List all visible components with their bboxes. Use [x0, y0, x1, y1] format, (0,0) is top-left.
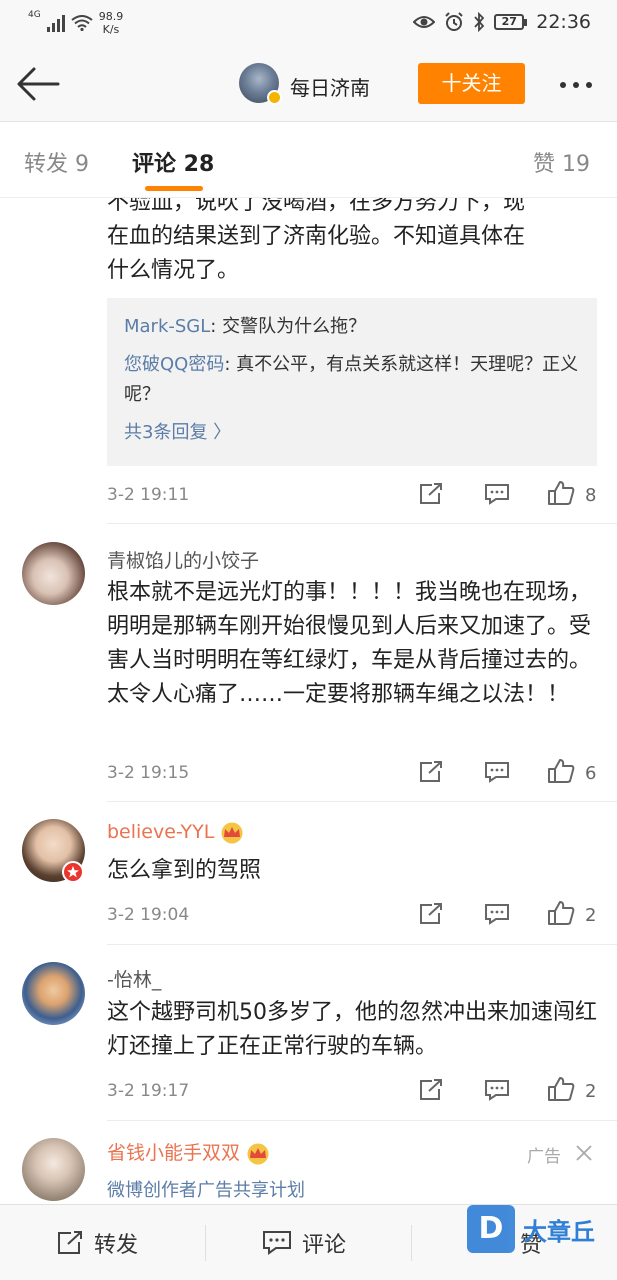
reply-author[interactable]: Mark-SGL	[124, 316, 210, 337]
user-avatar[interactable]	[22, 542, 85, 605]
close-icon[interactable]	[575, 1144, 593, 1162]
share-icon[interactable]	[418, 1078, 444, 1102]
view-all-replies-link[interactable]: 共3条回复 〉	[124, 418, 231, 444]
network-speed-unit: K/s	[102, 23, 120, 36]
reply-icon[interactable]	[484, 761, 510, 783]
comment-author-name[interactable]: believe-YYL	[107, 821, 214, 843]
reply-icon[interactable]	[484, 1079, 510, 1101]
like-count: 6	[585, 763, 597, 784]
share-icon[interactable]	[418, 760, 444, 784]
clock: 22:36	[536, 11, 591, 33]
divider	[107, 944, 617, 945]
vip-crown-icon	[247, 1143, 269, 1164]
share-icon[interactable]	[418, 482, 444, 506]
follow-button[interactable]: 十关注	[418, 63, 525, 104]
like-icon[interactable]	[547, 480, 575, 506]
ad-subtitle[interactable]: 微博创作者广告共享计划	[107, 1176, 305, 1202]
comment-time: 3-2 19:11	[107, 485, 190, 505]
ad-author-name[interactable]: 省钱小能手双双	[107, 1142, 240, 1164]
tab-comments[interactable]: 评论 28	[132, 146, 214, 178]
divider	[107, 523, 617, 524]
user-avatar[interactable]	[22, 962, 85, 1025]
watermark-logo: D	[467, 1205, 515, 1253]
wifi-icon	[71, 15, 93, 31]
comment-text: 不验血，说吹了没喝酒，在多方努力下，现 在血的结果送到了济南化验。不知道具体在 …	[107, 198, 526, 283]
watermark: D 大章丘	[467, 1205, 595, 1253]
vip-crown-icon	[221, 822, 243, 843]
comment-label: 评论	[302, 1233, 347, 1258]
bottom-action-bar: 转发 评论 赞 D 大章丘	[0, 1204, 617, 1280]
comment-list[interactable]: 不验血，说吹了没喝酒，在多方努力下，现 在血的结果送到了济南化验。不知道具体在 …	[0, 198, 617, 1204]
active-tab-indicator	[145, 186, 203, 191]
like-icon[interactable]	[547, 1076, 575, 1102]
like-count: 8	[585, 485, 597, 506]
comment-text: 怎么拿到的驾照	[107, 858, 262, 883]
comment-author[interactable]: 青椒馅儿的小饺子	[107, 546, 259, 573]
reply-preview-box[interactable]: Mark-SGL: 交警队为什么拖？ 您破QQ密码: 真不公平，有点关系就这样！…	[107, 298, 597, 466]
comment-text: 这个越野司机50多岁了，他的忽然冲出来加速闯红灯还撞上了正在正常行驶的车辆。	[107, 1000, 597, 1059]
comment-author[interactable]: -怡林_	[107, 965, 161, 992]
like-count: 2	[585, 905, 597, 926]
watermark-text: 大章丘	[523, 1217, 595, 1246]
account-name[interactable]: 每日济南	[290, 72, 370, 101]
comment-icon	[263, 1231, 291, 1255]
back-arrow-icon[interactable]	[16, 66, 60, 102]
detail-tabs: 转发 9 评论 28 赞 19	[0, 122, 617, 198]
comment-button[interactable]: 评论	[262, 1227, 346, 1259]
repost-button[interactable]: 转发	[56, 1227, 138, 1259]
network-speed-value: 98.9	[98, 10, 124, 23]
like-count: 2	[585, 1081, 597, 1102]
divider	[205, 1225, 206, 1261]
reply-item: 您破QQ密码: 真不公平，有点关系就这样！天理呢？正义呢？	[124, 350, 584, 410]
signal-icon	[46, 14, 65, 32]
divider	[107, 801, 617, 802]
like-icon[interactable]	[547, 900, 575, 926]
bluetooth-icon	[474, 12, 485, 32]
comment-time: 3-2 19:17	[107, 1081, 190, 1101]
reply-icon[interactable]	[484, 903, 510, 925]
repost-label: 转发	[94, 1233, 139, 1258]
reply-icon[interactable]	[484, 483, 510, 505]
share-icon	[58, 1231, 82, 1254]
ad-label: 广告	[527, 1147, 561, 1167]
battery-level: 27	[494, 14, 525, 30]
eye-icon	[413, 16, 436, 28]
tab-likes[interactable]: 赞 19	[533, 146, 590, 178]
comment-text: 根本就不是远光灯的事！！！！我当晚也在现场，明明是那辆车刚开始很慢见到人后来又加…	[107, 580, 592, 707]
network-type: 4G	[28, 10, 41, 20]
network-speed: 98.9 K/s	[99, 10, 124, 36]
reply-text: : 交警队为什么拖？	[210, 316, 367, 337]
comment-time: 3-2 19:04	[107, 905, 190, 925]
reply-author[interactable]: 您破QQ密码	[124, 354, 224, 375]
comment-author: believe-YYL	[107, 821, 246, 844]
ad-author: 省钱小能手双双	[107, 1138, 272, 1165]
battery-icon: 27	[494, 14, 528, 30]
alarm-icon	[445, 12, 463, 31]
share-icon[interactable]	[418, 902, 444, 926]
tab-repost[interactable]: 转发 9	[24, 146, 89, 178]
account-avatar[interactable]	[239, 63, 282, 105]
like-icon[interactable]	[547, 758, 575, 784]
ad-avatar[interactable]	[22, 1138, 85, 1201]
comment-time: 3-2 19:15	[107, 763, 190, 783]
divider	[411, 1225, 412, 1261]
verified-badge-icon	[267, 90, 282, 105]
divider	[107, 1120, 617, 1121]
reply-item: Mark-SGL: 交警队为什么拖？	[124, 312, 584, 342]
top-nav-bar: 每日济南 十关注	[0, 48, 617, 122]
user-badge-icon	[62, 861, 84, 883]
status-bar: 4G 98.9 K/s 27 22:36	[0, 0, 617, 48]
more-options-icon[interactable]	[560, 82, 592, 88]
